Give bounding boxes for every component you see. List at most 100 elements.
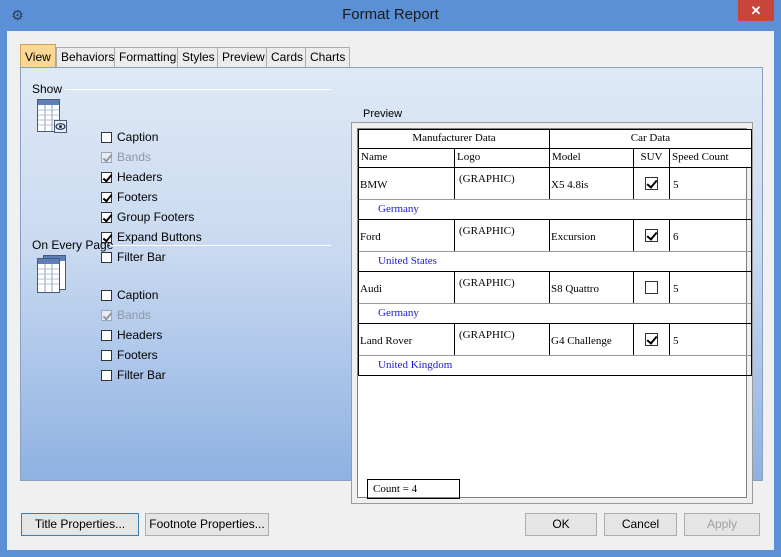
column-header-suv: SUV (633, 148, 670, 168)
title-properties-button[interactable]: Title Properties... (21, 513, 139, 536)
show-bands-checkbox: Bands (101, 149, 151, 165)
row-border (358, 323, 752, 324)
tab-charts[interactable]: Charts (305, 47, 351, 67)
group-left-border (358, 303, 359, 323)
column-divider (633, 219, 634, 251)
checkbox-label: Headers (117, 328, 163, 342)
column-divider (633, 271, 634, 303)
ok-label: OK (552, 517, 570, 531)
tab-formatting[interactable]: Formatting (114, 47, 182, 67)
checkbox-label: Group Footers (117, 210, 195, 224)
title-bar[interactable]: ⚙ Format Report ✕ (0, 0, 781, 31)
cell-speed-count: 5 (673, 283, 679, 295)
cancel-button[interactable]: Cancel (604, 513, 677, 536)
tab-preview[interactable]: Preview (217, 47, 270, 67)
group-country: Germany (378, 307, 419, 319)
group-row-border (358, 303, 752, 304)
apply-button[interactable]: Apply (684, 513, 760, 536)
group-country: United Kingdom (378, 359, 453, 371)
checkbox-label: Expand Buttons (117, 230, 202, 244)
checkbox-box[interactable] (101, 251, 112, 263)
view-tab-page: Show Caption Bands Headers Footers Group Foo… (20, 67, 763, 504)
cell-model: X5 4.8is (551, 179, 589, 191)
preview-table: Manufacturer Data Car Data Name Logo Mod… (358, 129, 752, 474)
checkbox-box[interactable] (101, 349, 112, 361)
cell-model: S8 Quattro (551, 283, 599, 295)
group-right-border (751, 355, 752, 375)
cell-name: Audi (360, 283, 382, 295)
group-right-border (751, 303, 752, 323)
every-page-filter-bar-checkbox[interactable]: Filter Bar (101, 367, 166, 383)
tab-styles[interactable]: Styles (177, 47, 220, 67)
checkbox-box[interactable] (101, 171, 112, 183)
column-divider (751, 271, 752, 303)
cell-logo: (GRAPHIC) (459, 173, 515, 185)
cell-name: Land Rover (360, 335, 413, 347)
column-header-model: Model (549, 148, 634, 168)
cell-speed-count: 5 (673, 179, 679, 191)
ok-button[interactable]: OK (525, 513, 597, 536)
close-button[interactable]: ✕ (738, 0, 774, 21)
checkbox-box[interactable] (101, 131, 112, 143)
show-divider (65, 89, 331, 90)
tab-cards[interactable]: Cards (266, 47, 309, 67)
checkbox-label: Bands (117, 150, 152, 164)
show-caption-checkbox[interactable]: Caption (101, 129, 158, 145)
cancel-label: Cancel (621, 517, 660, 531)
count-footer: Count = 4 (367, 479, 460, 499)
group-left-border (358, 355, 359, 375)
suv-checkbox[interactable] (645, 281, 658, 294)
cell-speed-count: 5 (673, 335, 679, 347)
footnote-properties-label: Footnote Properties... (149, 517, 265, 531)
suv-checkbox[interactable] (645, 229, 658, 242)
checkbox-label: Caption (117, 288, 159, 302)
suv-checkbox[interactable] (645, 177, 658, 190)
show-headers-checkbox[interactable]: Headers (101, 169, 162, 185)
column-divider (751, 323, 752, 355)
checkbox-box[interactable] (101, 369, 112, 381)
window-title: Format Report (342, 6, 439, 23)
checkbox-box[interactable] (101, 191, 112, 203)
checkbox-box (101, 151, 112, 163)
checkbox-label: Headers (117, 170, 163, 184)
column-header-speed-count: Speed Count (669, 148, 752, 168)
cell-name: BMW (360, 179, 388, 191)
checkbox-box (101, 309, 112, 321)
cell-logo: (GRAPHIC) (459, 277, 515, 289)
column-header-name: Name (358, 148, 455, 168)
show-group-footers-checkbox[interactable]: Group Footers (101, 209, 194, 225)
footnote-properties-button[interactable]: Footnote Properties... (145, 513, 269, 536)
checkbox-label: Filter Bar (117, 250, 166, 264)
every-page-headers-checkbox[interactable]: Headers (101, 327, 162, 343)
checkbox-label: Filter Bar (117, 368, 166, 382)
band-header-car: Car Data (549, 129, 752, 149)
checkbox-label: Footers (117, 348, 158, 362)
tab-view[interactable]: View (20, 44, 56, 68)
checkbox-box[interactable] (101, 329, 112, 341)
column-divider (633, 323, 634, 355)
every-page-footers-checkbox[interactable]: Footers (101, 347, 158, 363)
checkbox-label: Caption (117, 130, 159, 144)
format-report-window: ⚙ Format Report ✕ View Behaviors Formatt… (0, 0, 781, 557)
column-divider (633, 167, 634, 199)
row-border (358, 167, 752, 168)
checkbox-box[interactable] (101, 289, 112, 301)
cell-model: Excursion (551, 231, 596, 243)
suv-checkbox[interactable] (645, 333, 658, 346)
every-page-section-label: On Every Page (32, 238, 114, 252)
show-expand-buttons-checkbox[interactable]: Expand Buttons (101, 229, 202, 245)
group-country: Germany (378, 203, 419, 215)
group-left-border (358, 251, 359, 271)
title-properties-label: Title Properties... (34, 517, 126, 531)
preview-label: Preview (363, 108, 403, 120)
every-page-caption-checkbox[interactable]: Caption (101, 287, 158, 303)
show-footers-checkbox[interactable]: Footers (101, 189, 158, 205)
checkbox-box[interactable] (101, 211, 112, 223)
group-row-border (358, 355, 752, 356)
group-country: United States (378, 255, 437, 267)
every-page-bands-checkbox: Bands (101, 307, 151, 323)
cell-logo: (GRAPHIC) (459, 329, 515, 341)
tab-behaviors[interactable]: Behaviors (56, 47, 120, 67)
checkbox-label: Bands (117, 308, 152, 322)
row-border (358, 271, 752, 272)
